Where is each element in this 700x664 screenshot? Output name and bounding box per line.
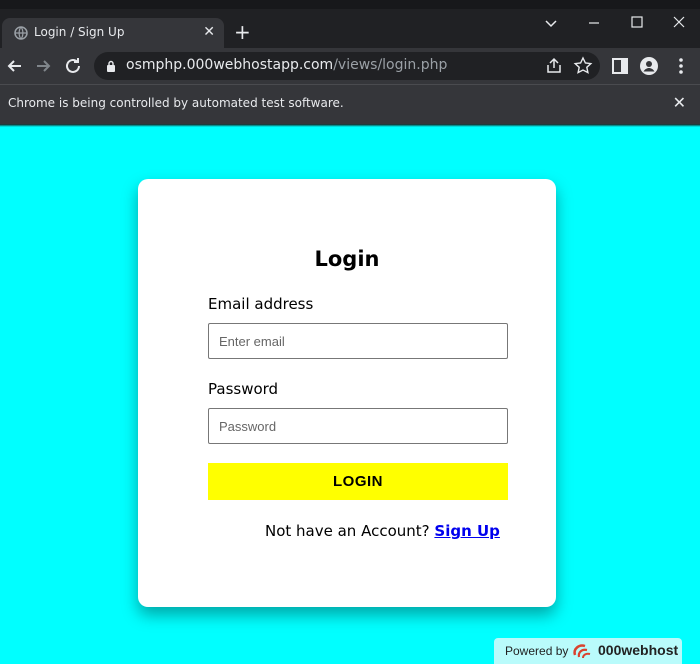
signup-prompt-row: Not have an Account? Sign Up xyxy=(265,522,500,540)
profile-icon[interactable] xyxy=(639,56,659,76)
title-strip xyxy=(0,0,700,9)
browser-titlebar: Login / Sign Up ✕ + xyxy=(0,0,700,48)
url-path: /views/login.php xyxy=(333,57,448,73)
page-title: Login xyxy=(314,247,380,271)
powered-by-label: Powered by xyxy=(505,644,569,658)
forward-icon[interactable] xyxy=(31,54,55,78)
star-icon[interactable] xyxy=(573,56,593,76)
share-icon[interactable] xyxy=(544,56,564,76)
minimize-icon[interactable] xyxy=(588,16,600,30)
back-icon[interactable] xyxy=(3,54,27,78)
infobar-text: Chrome is being controlled by automated … xyxy=(8,96,344,110)
close-icon[interactable]: ✕ xyxy=(203,24,215,40)
url-host: osmphp.000webhostapp.com xyxy=(126,57,334,73)
infobar-shadow xyxy=(0,124,700,127)
address-bar[interactable]: osmphp.000webhostapp.com/views/login.php xyxy=(94,52,600,80)
close-window-icon[interactable] xyxy=(673,16,685,28)
tab-title: Login / Sign Up xyxy=(34,25,125,39)
menu-icon[interactable] xyxy=(671,56,691,76)
automation-infobar: Chrome is being controlled by automated … xyxy=(0,84,700,124)
url-text: osmphp.000webhostapp.com/views/login.php xyxy=(126,57,447,73)
password-field[interactable] xyxy=(208,408,508,444)
maximize-icon[interactable] xyxy=(631,16,643,28)
powered-by-brand: 000webhost xyxy=(598,642,679,658)
password-label: Password xyxy=(208,380,279,398)
lock-icon[interactable] xyxy=(106,60,116,72)
globe-icon xyxy=(14,26,28,40)
side-panel-icon[interactable] xyxy=(610,56,630,76)
email-label: Email address xyxy=(208,295,314,313)
signup-prompt: Not have an Account? xyxy=(265,522,430,540)
powered-by-badge[interactable]: Powered by 000webhost xyxy=(494,638,682,664)
webhost-logo-icon xyxy=(573,644,591,659)
browser-toolbar: osmphp.000webhostapp.com/views/login.php xyxy=(0,48,700,84)
browser-tab[interactable]: Login / Sign Up ✕ xyxy=(2,18,224,48)
new-tab-button[interactable]: + xyxy=(234,21,251,43)
tab-search-icon[interactable] xyxy=(544,16,558,30)
infobar-close-icon[interactable]: ✕ xyxy=(673,93,686,112)
login-card: Login Email address Password LOGIN Not h… xyxy=(138,179,556,607)
email-field[interactable] xyxy=(208,323,508,359)
signup-link[interactable]: Sign Up xyxy=(434,522,500,540)
reload-icon[interactable] xyxy=(61,54,85,78)
login-button[interactable]: LOGIN xyxy=(208,463,508,500)
